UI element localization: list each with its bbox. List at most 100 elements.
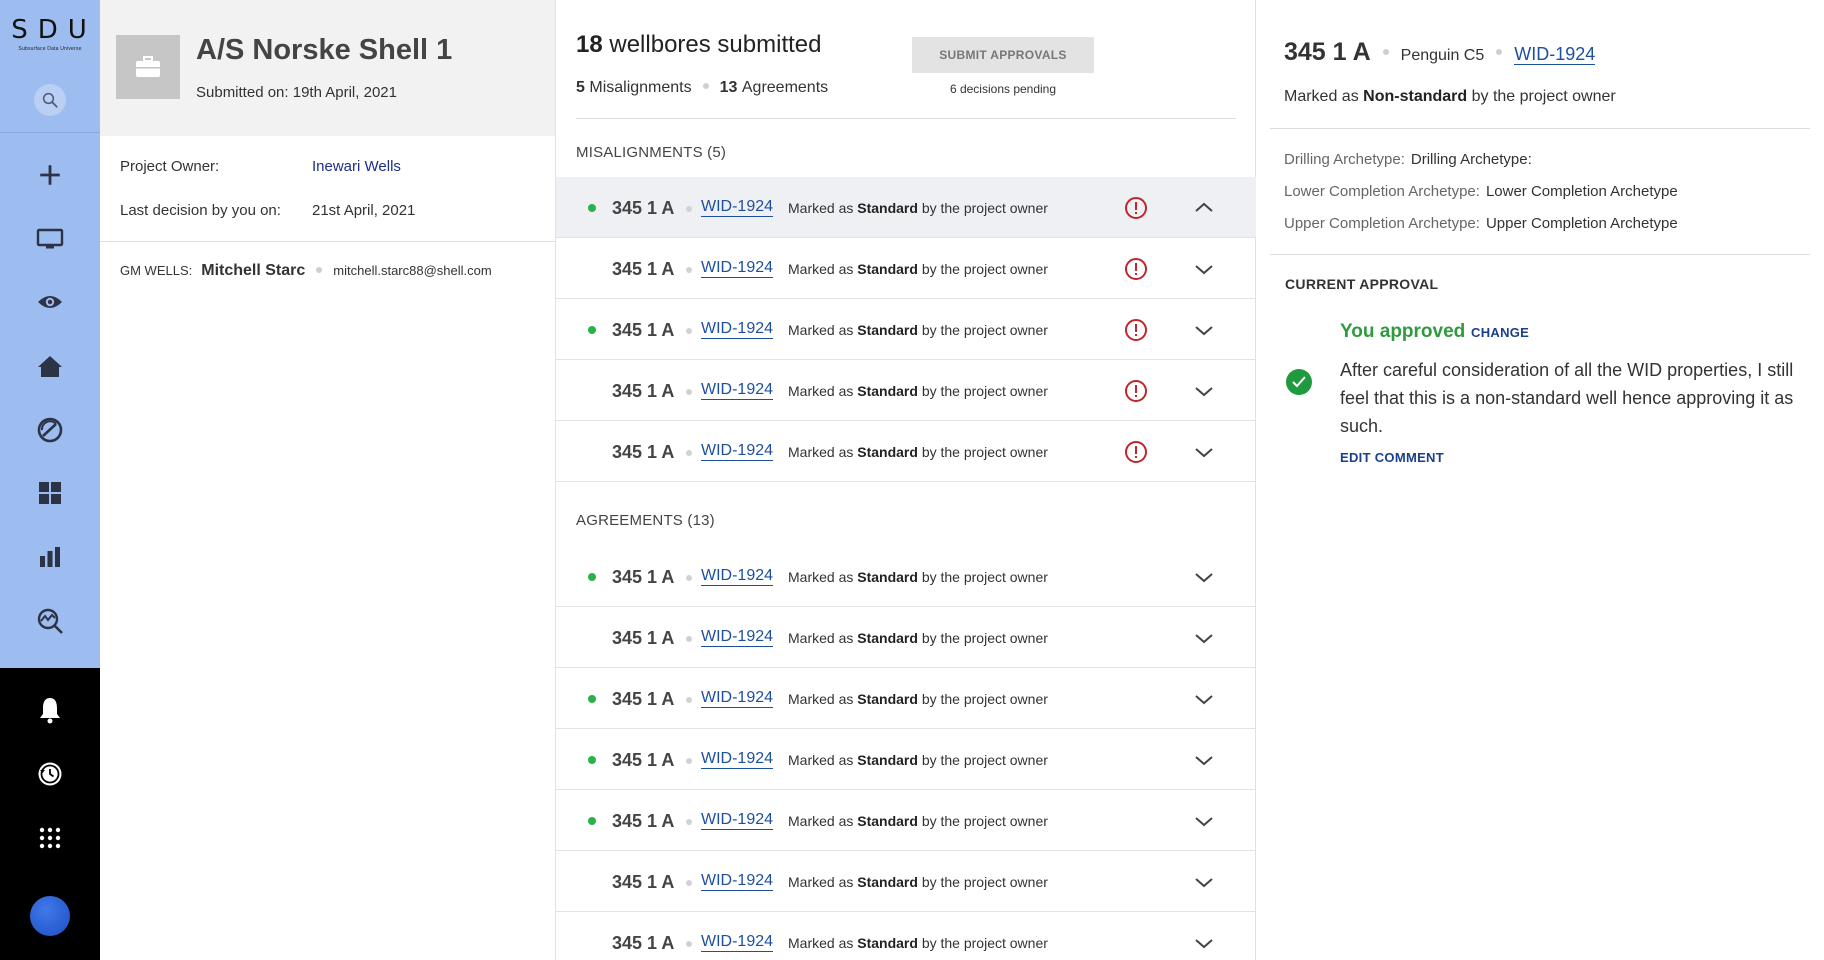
lower-completion-archetype-row: Lower Completion Archetype: Lower Complet… — [1284, 183, 1678, 200]
separator-dot — [686, 880, 692, 886]
marked-suffix: by the project owner — [921, 322, 1048, 338]
misalign-label: Misalignments — [589, 79, 692, 96]
wellbore-row[interactable]: 345 1 A WID-1924 Marked as Standard by the… — [556, 912, 1256, 960]
warning-icon — [1125, 258, 1147, 280]
row-wid-link[interactable]: WID-1924 — [701, 258, 774, 278]
bell-icon[interactable] — [30, 690, 70, 730]
wellbore-row[interactable]: 345 1 A WID-1924 Marked as Standard by the… — [556, 790, 1256, 851]
submit-approvals-button[interactable]: SUBMIT APPROVALS — [912, 37, 1094, 73]
last-decision-value: 21st April, 2021 — [312, 202, 416, 219]
marked-status: Standard — [857, 630, 918, 646]
avatar[interactable] — [30, 896, 70, 936]
status-dot — [588, 756, 596, 764]
chevron-down-icon[interactable] — [1192, 440, 1216, 464]
status-dot — [588, 817, 596, 825]
marked-status: Standard — [857, 813, 918, 829]
chevron-down-icon[interactable] — [1192, 257, 1216, 281]
project-owner-link[interactable]: Inewari Wells — [312, 158, 401, 175]
row-marked-status: Marked as Standard by the project owner — [788, 752, 1048, 768]
analytics-icon[interactable] — [30, 601, 70, 641]
status-dot — [588, 573, 596, 581]
row-wellbore-id: 345 1 A — [612, 750, 675, 770]
marked-suffix: by the project owner — [921, 691, 1048, 707]
marked-prefix: Marked as — [788, 935, 854, 951]
apps-grid-icon[interactable] — [30, 818, 70, 858]
chevron-up-icon[interactable] — [1192, 196, 1216, 220]
marked-suffix: by the project owner — [921, 200, 1048, 216]
gm-email[interactable]: mitchell.starc88@shell.com — [333, 263, 491, 278]
wellbore-row[interactable]: 345 1 A WID-1924 Marked as Standard by the… — [556, 668, 1256, 729]
logo[interactable]: SDU Subsurface Data Universe — [0, 16, 100, 52]
home-icon[interactable] — [30, 346, 70, 386]
wellbore-row[interactable]: 345 1 A WID-1924 Marked as Standard by the… — [556, 177, 1256, 238]
wellbore-row[interactable]: 345 1 A WID-1924 Marked as Standard by the… — [556, 546, 1256, 607]
nav-top: SDU Subsurface Data Universe — [0, 0, 100, 668]
row-wid-link[interactable]: WID-1924 — [701, 319, 774, 339]
gauge-icon[interactable] — [30, 410, 70, 450]
eye-icon[interactable] — [30, 282, 70, 322]
marked-suffix: by the project owner — [1471, 88, 1616, 105]
row-wid-link[interactable]: WID-1924 — [701, 932, 774, 952]
archetype-value: Upper Completion Archetype — [1485, 215, 1678, 232]
edit-comment-link[interactable]: EDIT COMMENT — [1340, 450, 1444, 465]
project-title: A/S Norske Shell 1 — [196, 34, 453, 66]
row-wid-link[interactable]: WID-1924 — [701, 197, 774, 217]
row-wid-link[interactable]: WID-1924 — [701, 566, 774, 586]
monitor-icon[interactable] — [30, 219, 70, 259]
chevron-down-icon[interactable] — [1192, 748, 1216, 772]
agree-label: Agreements — [741, 79, 829, 96]
wellbore-row[interactable]: 345 1 A WID-1924 Marked as Standard by the… — [556, 238, 1256, 299]
marked-prefix: Marked as — [788, 630, 854, 646]
row-wid-link[interactable]: WID-1924 — [701, 749, 774, 769]
detail-panel: 345 1 A Penguin C5 WID-1924 Marked as No… — [1256, 0, 1824, 960]
row-wid-link[interactable]: WID-1924 — [701, 627, 774, 647]
chevron-down-icon[interactable] — [1192, 870, 1216, 894]
row-wid-link[interactable]: WID-1924 — [701, 688, 774, 708]
status-dot — [588, 695, 596, 703]
row-wellbore-id: 345 1 A — [612, 567, 675, 587]
approval-comment: After careful consideration of all the W… — [1340, 360, 1794, 436]
chevron-down-icon[interactable] — [1192, 626, 1216, 650]
chevron-down-icon[interactable] — [1192, 687, 1216, 711]
plus-icon[interactable] — [30, 155, 70, 195]
row-marked-status: Marked as Standard by the project owner — [788, 322, 1048, 338]
chevron-down-icon[interactable] — [1192, 809, 1216, 833]
wellbore-row[interactable]: 345 1 A WID-1924 Marked as Standard by the… — [556, 851, 1256, 912]
marked-suffix: by the project owner — [921, 813, 1048, 829]
wellbore-row[interactable]: 345 1 A WID-1924 Marked as Standard by the… — [556, 299, 1256, 360]
change-approval-link[interactable]: CHANGE — [1471, 325, 1529, 340]
upper-completion-archetype-row: Upper Completion Archetype: Upper Complet… — [1284, 215, 1678, 232]
chevron-down-icon[interactable] — [1192, 318, 1216, 342]
archetype-label: Upper Completion Archetype: — [1284, 215, 1480, 232]
row-wid-link[interactable]: WID-1924 — [701, 871, 774, 891]
wellbore-row[interactable]: 345 1 A WID-1924 Marked as Standard by the… — [556, 607, 1256, 668]
project-info: Project Owner: Inewari Wells Last decisi… — [100, 136, 555, 242]
chevron-down-icon[interactable] — [1192, 379, 1216, 403]
search-icon[interactable] — [34, 84, 66, 116]
row-marked-status: Marked as Standard by the project owner — [788, 261, 1048, 277]
gm-name: Mitchell Starc — [201, 262, 306, 279]
logo-subtitle: Subsurface Data Universe — [18, 46, 82, 52]
history-icon[interactable] — [30, 754, 70, 794]
marked-status: Standard — [857, 691, 918, 707]
dashboard-icon[interactable] — [30, 473, 70, 513]
bar-chart-icon[interactable] — [30, 537, 70, 577]
row-wid-link[interactable]: WID-1924 — [701, 810, 774, 830]
row-marked-status: Marked as Standard by the project owner — [788, 200, 1048, 216]
wellbore-row[interactable]: 345 1 A WID-1924 Marked as Standard by the… — [556, 360, 1256, 421]
wellbore-row[interactable]: 345 1 A WID-1924 Marked as Standard by the… — [556, 421, 1256, 482]
row-marked-status: Marked as Standard by the project owner — [788, 691, 1048, 707]
chevron-down-icon[interactable] — [1192, 931, 1216, 955]
row-wid-link[interactable]: WID-1924 — [701, 441, 774, 461]
wellbore-row[interactable]: 345 1 A WID-1924 Marked as Standard by the… — [556, 729, 1256, 790]
detail-field-name: Penguin C5 — [1400, 47, 1485, 64]
row-wid-link[interactable]: WID-1924 — [701, 380, 774, 400]
row-wellbore-id: 345 1 A — [612, 811, 675, 831]
marked-prefix: Marked as — [788, 261, 854, 277]
detail-wid-link[interactable]: WID-1924 — [1514, 44, 1596, 65]
marked-status: Standard — [857, 752, 918, 768]
marked-prefix: Marked as — [788, 691, 854, 707]
marked-prefix: Marked as — [788, 874, 854, 890]
separator-dot — [686, 697, 692, 703]
chevron-down-icon[interactable] — [1192, 565, 1216, 589]
